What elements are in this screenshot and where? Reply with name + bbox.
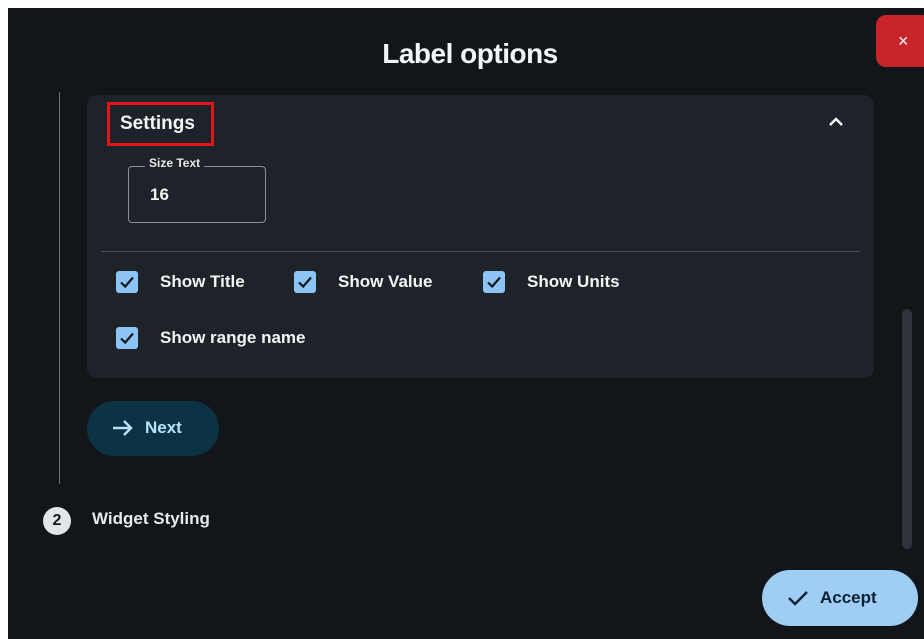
step-widget-styling[interactable]: Widget Styling: [92, 509, 210, 529]
show-units-label: Show Units: [527, 272, 620, 291]
checkbox-checked-icon: [116, 327, 138, 349]
chevron-up-icon[interactable]: [824, 110, 848, 134]
next-button-label: Next: [145, 418, 182, 437]
show-range-name-checkbox[interactable]: Show range name: [116, 327, 305, 349]
accept-button[interactable]: Accept: [762, 570, 918, 626]
show-value-checkbox[interactable]: Show Value: [294, 271, 432, 293]
step-number-badge: 2: [43, 507, 71, 535]
next-button[interactable]: Next: [87, 401, 219, 456]
vertical-scrollbar[interactable]: [902, 309, 912, 549]
show-title-label: Show Title: [160, 272, 245, 291]
close-icon: ×: [898, 31, 909, 51]
arrow-right-icon: [113, 420, 133, 436]
size-text-input[interactable]: [150, 185, 250, 205]
settings-header-label: Settings: [120, 113, 195, 134]
accept-button-label: Accept: [820, 588, 877, 607]
checkbox-checked-icon: [294, 271, 316, 293]
settings-divider: [101, 251, 860, 252]
show-title-checkbox[interactable]: Show Title: [116, 271, 245, 293]
checkbox-checked-icon: [483, 271, 505, 293]
close-button[interactable]: ×: [876, 15, 924, 67]
show-value-label: Show Value: [338, 272, 433, 291]
check-icon: [788, 591, 808, 606]
dialog-title: Label options: [382, 38, 558, 69]
show-units-checkbox[interactable]: Show Units: [483, 271, 620, 293]
step-connector-line: [59, 92, 60, 484]
checkbox-checked-icon: [116, 271, 138, 293]
show-range-name-label: Show range name: [160, 328, 306, 347]
size-text-label: Size Text: [145, 156, 205, 170]
